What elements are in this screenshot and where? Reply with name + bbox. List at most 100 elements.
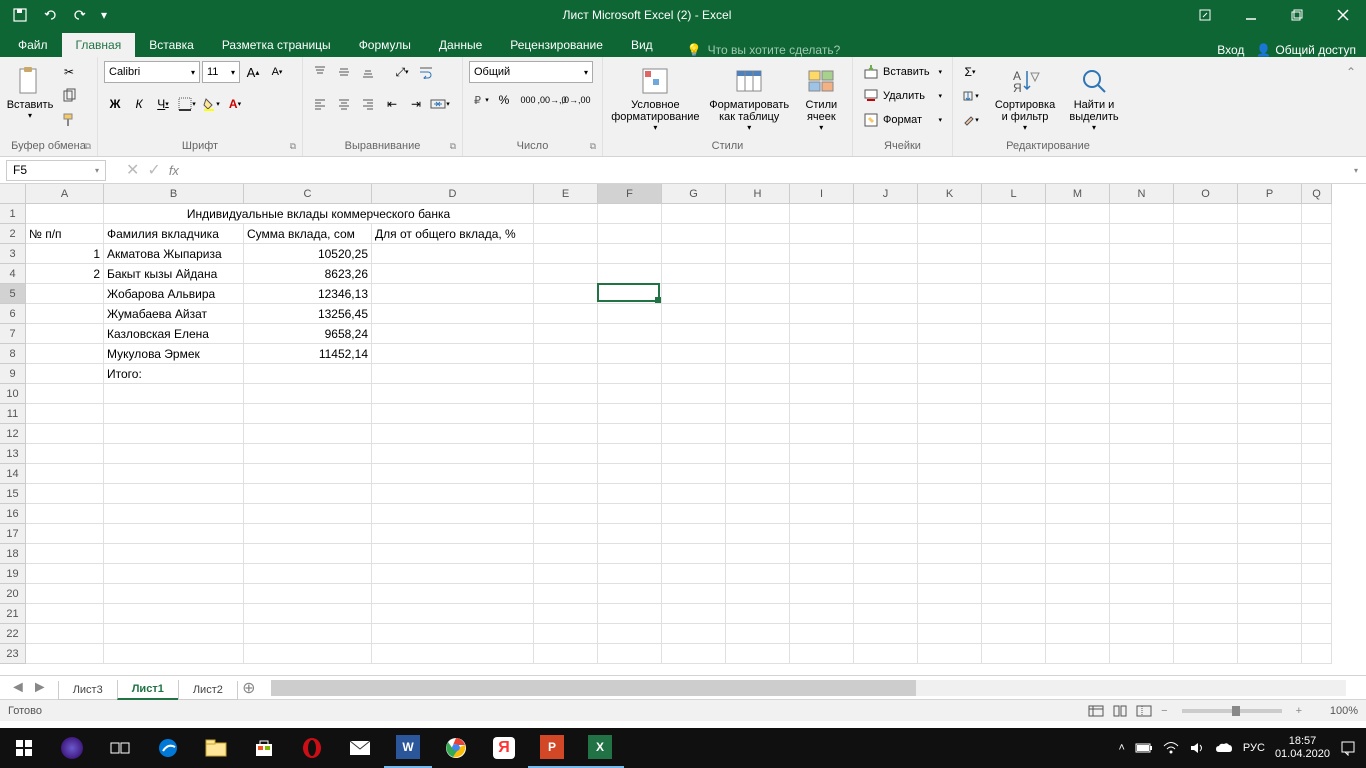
cell[interactable]: [1174, 584, 1238, 604]
cell[interactable]: [244, 524, 372, 544]
cell[interactable]: [104, 444, 244, 464]
cell[interactable]: [918, 404, 982, 424]
cell[interactable]: [1238, 204, 1302, 224]
cell[interactable]: [244, 564, 372, 584]
align-left-icon[interactable]: [309, 93, 331, 115]
cell[interactable]: [244, 364, 372, 384]
format-table-button[interactable]: Форматировать как таблицу▾: [706, 61, 793, 136]
cell[interactable]: [1238, 224, 1302, 244]
decrease-decimal-icon[interactable]: ,0→,00: [565, 89, 587, 111]
cell[interactable]: [662, 564, 726, 584]
cell[interactable]: [1174, 564, 1238, 584]
page-break-view-icon[interactable]: [1133, 700, 1155, 722]
cell[interactable]: [662, 364, 726, 384]
cell[interactable]: [726, 484, 790, 504]
paste-button[interactable]: Вставить ▾: [6, 61, 54, 124]
cell[interactable]: [1046, 564, 1110, 584]
row-header[interactable]: 20: [0, 584, 26, 604]
cell[interactable]: [982, 424, 1046, 444]
find-select-button[interactable]: Найти и выделить▾: [1063, 61, 1125, 136]
cell[interactable]: [1238, 284, 1302, 304]
language-indicator[interactable]: РУС: [1243, 742, 1265, 754]
cell[interactable]: [244, 504, 372, 524]
cell[interactable]: [662, 244, 726, 264]
cell[interactable]: [854, 444, 918, 464]
cell[interactable]: [982, 444, 1046, 464]
cell[interactable]: [854, 424, 918, 444]
cell[interactable]: [534, 284, 598, 304]
cell[interactable]: [790, 204, 854, 224]
column-header[interactable]: A: [26, 184, 104, 204]
edge-icon[interactable]: [144, 728, 192, 768]
cell[interactable]: [726, 584, 790, 604]
cell[interactable]: [982, 304, 1046, 324]
yandex-browser-icon[interactable]: Я: [480, 728, 528, 768]
cell[interactable]: [372, 604, 534, 624]
cell[interactable]: [1110, 604, 1174, 624]
cell[interactable]: [26, 604, 104, 624]
comma-icon[interactable]: 000: [517, 89, 539, 111]
cell[interactable]: [918, 384, 982, 404]
cell[interactable]: [1302, 444, 1332, 464]
cell[interactable]: [372, 384, 534, 404]
qat-customize-icon[interactable]: ▾: [96, 1, 112, 29]
cell[interactable]: [1174, 384, 1238, 404]
cell[interactable]: [726, 284, 790, 304]
autosum-icon[interactable]: Σ▾: [959, 61, 981, 83]
cell[interactable]: [1110, 424, 1174, 444]
sort-filter-button[interactable]: AЯ Сортировка и фильтр▾: [991, 61, 1059, 136]
cell[interactable]: [790, 624, 854, 644]
excel-icon[interactable]: X: [576, 728, 624, 768]
cell[interactable]: [726, 564, 790, 584]
font-name-select[interactable]: Calibri▾: [104, 61, 200, 83]
cell[interactable]: [918, 424, 982, 444]
cell[interactable]: [372, 444, 534, 464]
cell[interactable]: [982, 484, 1046, 504]
cell[interactable]: [1174, 424, 1238, 444]
cell[interactable]: [1174, 264, 1238, 284]
cell[interactable]: Для от общего вклада, %: [372, 224, 534, 244]
cell[interactable]: [1238, 564, 1302, 584]
cell[interactable]: [534, 484, 598, 504]
cell[interactable]: [372, 264, 534, 284]
cell[interactable]: [372, 544, 534, 564]
cell[interactable]: [662, 644, 726, 664]
cell[interactable]: [918, 244, 982, 264]
cell[interactable]: [1174, 544, 1238, 564]
cell[interactable]: [534, 584, 598, 604]
cell[interactable]: [1174, 344, 1238, 364]
cell[interactable]: [790, 544, 854, 564]
cell[interactable]: [662, 544, 726, 564]
cell[interactable]: Акматова Жыпариза: [104, 244, 244, 264]
cell[interactable]: [854, 224, 918, 244]
cell[interactable]: Сумма вклада, сом: [244, 224, 372, 244]
cell[interactable]: [244, 404, 372, 424]
cell[interactable]: [1238, 524, 1302, 544]
cell[interactable]: [982, 604, 1046, 624]
row-header[interactable]: 4: [0, 264, 26, 284]
cell[interactable]: Казловская Елена: [104, 324, 244, 344]
row-header[interactable]: 5: [0, 284, 26, 304]
cell[interactable]: [982, 244, 1046, 264]
cell[interactable]: [1302, 624, 1332, 644]
cell[interactable]: [598, 604, 662, 624]
number-launcher-icon[interactable]: ⧉: [590, 141, 596, 152]
cell[interactable]: [598, 384, 662, 404]
tab-formulas[interactable]: Формулы: [345, 33, 425, 57]
cell[interactable]: 12346,13: [244, 284, 372, 304]
zoom-in-icon[interactable]: +: [1296, 705, 1302, 717]
cell[interactable]: [244, 484, 372, 504]
cell[interactable]: [1046, 624, 1110, 644]
cell[interactable]: [662, 584, 726, 604]
increase-decimal-icon[interactable]: ,00→,0: [541, 89, 563, 111]
cell[interactable]: [982, 344, 1046, 364]
onedrive-icon[interactable]: [1215, 742, 1233, 754]
cell[interactable]: [982, 364, 1046, 384]
clear-icon[interactable]: ▾: [959, 109, 981, 131]
yandex-icon[interactable]: [48, 728, 96, 768]
delete-cells-button[interactable]: Удалить▾: [859, 85, 946, 107]
cell[interactable]: [1046, 244, 1110, 264]
cell[interactable]: [918, 524, 982, 544]
cell[interactable]: [244, 544, 372, 564]
cell[interactable]: [26, 584, 104, 604]
